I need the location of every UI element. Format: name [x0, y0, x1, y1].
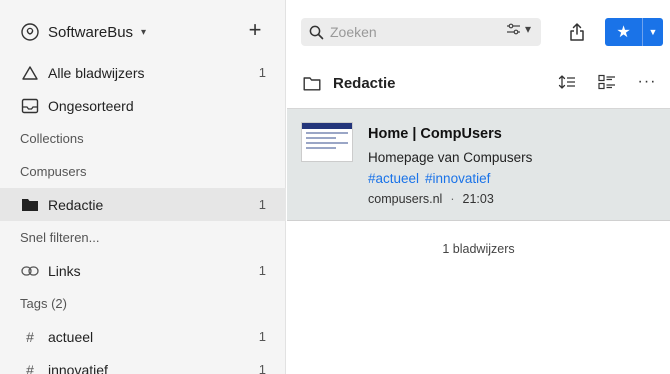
sidebar-tag-count: 1 — [258, 362, 266, 374]
cloud-icon — [20, 63, 40, 83]
sidebar: SoftwareBus ▾ + Alle bladwijzers 1 Onges… — [0, 0, 286, 374]
bookmark-time: 21:03 — [462, 192, 494, 206]
collections-heading[interactable]: Collections — [0, 122, 286, 155]
sidebar-item-label: Ongesorteerd — [48, 97, 134, 114]
sort-icon — [558, 74, 576, 90]
sort-button[interactable] — [555, 70, 579, 94]
chevron-down-icon[interactable]: ▼ — [643, 18, 663, 46]
account-name: SoftwareBus — [48, 23, 134, 41]
link-icon — [20, 261, 40, 281]
list-view-icon — [598, 74, 616, 90]
section-heading: Tags (2) — [20, 296, 67, 311]
view-mode-button[interactable] — [595, 70, 619, 94]
sidebar-item-count: 1 — [258, 263, 266, 278]
bookmark-tags: #actueel #innovatief — [368, 171, 496, 186]
sidebar-tag-label: actueel — [48, 328, 94, 345]
sidebar-item-redactie[interactable]: Redactie 1 — [0, 188, 286, 221]
bookmark-meta: compusers.nl · 21:03 — [368, 192, 494, 206]
more-options-button[interactable]: ··· — [635, 70, 659, 94]
sidebar-item-label: Alle bladwijzers — [48, 64, 145, 81]
sidebar-tag-innovatief[interactable]: # innovatief 1 — [0, 353, 286, 374]
bookmark-domain: compusers.nl — [368, 192, 443, 206]
star-icon[interactable]: ★ — [605, 18, 643, 46]
chevron-down-icon: ▾ — [141, 26, 147, 38]
sliders-icon — [506, 23, 521, 35]
folder-title: Redactie — [333, 74, 396, 92]
sidebar-tag-actueel[interactable]: # actueel 1 — [0, 320, 286, 353]
tags-heading[interactable]: Tags (2) — [0, 287, 286, 320]
sidebar-item-label: Links — [48, 262, 81, 279]
search-filter-button[interactable]: ▾ — [506, 22, 531, 36]
bookmark-thumbnail — [301, 122, 353, 162]
bookmark-tag[interactable]: #innovatief — [425, 171, 490, 186]
sidebar-tag-label: innovatief — [48, 361, 108, 374]
bookmark-tag[interactable]: #actueel — [368, 171, 419, 186]
hash-icon: # — [26, 328, 34, 345]
section-heading: Snel filteren... — [20, 230, 100, 245]
sidebar-item-ongesorteerd[interactable]: Ongesorteerd — [0, 89, 286, 122]
more-icon: ··· — [637, 73, 657, 90]
share-button[interactable] — [565, 19, 589, 45]
folder-filled-icon — [20, 195, 40, 215]
meta-separator: · — [450, 192, 455, 206]
sidebar-item-links[interactable]: Links 1 — [0, 254, 286, 287]
bookmark-count: 1 bladwijzers — [442, 242, 515, 256]
sidebar-item-alle-bladwijzers[interactable]: Alle bladwijzers 1 — [0, 56, 286, 89]
sidebar-item-label: Redactie — [48, 196, 104, 213]
search-box[interactable]: ▾ — [301, 18, 541, 46]
sidebar-item-count: 1 — [258, 197, 266, 212]
add-bookmark-button[interactable]: ★ ▼ — [605, 18, 663, 46]
main-panel: ▾ ★ ▼ Redactie ··· — [287, 0, 670, 374]
bookmark-title[interactable]: Home | CompUsers — [368, 126, 502, 142]
chevron-down-icon: ▾ — [524, 22, 531, 36]
search-icon — [309, 25, 324, 40]
section-heading: Collections — [20, 131, 84, 146]
search-input[interactable] — [330, 24, 490, 40]
filters-heading[interactable]: Snel filteren... — [0, 221, 286, 254]
inbox-icon — [20, 96, 40, 116]
bookmark-description: Homepage van Compusers — [368, 150, 533, 165]
sidebar-tag-count: 1 — [258, 329, 266, 344]
hash-icon: # — [26, 361, 34, 374]
sidebar-item-count: 1 — [258, 65, 266, 80]
account-icon — [20, 22, 40, 42]
section-heading: Compusers — [20, 164, 87, 179]
bookmark-item[interactable]: Home | CompUsers Homepage van Compusers … — [287, 108, 670, 221]
folder-outline-icon — [303, 76, 321, 91]
share-icon — [569, 22, 585, 42]
add-button[interactable]: + — [243, 17, 267, 42]
compusers-heading[interactable]: Compusers — [0, 155, 286, 188]
